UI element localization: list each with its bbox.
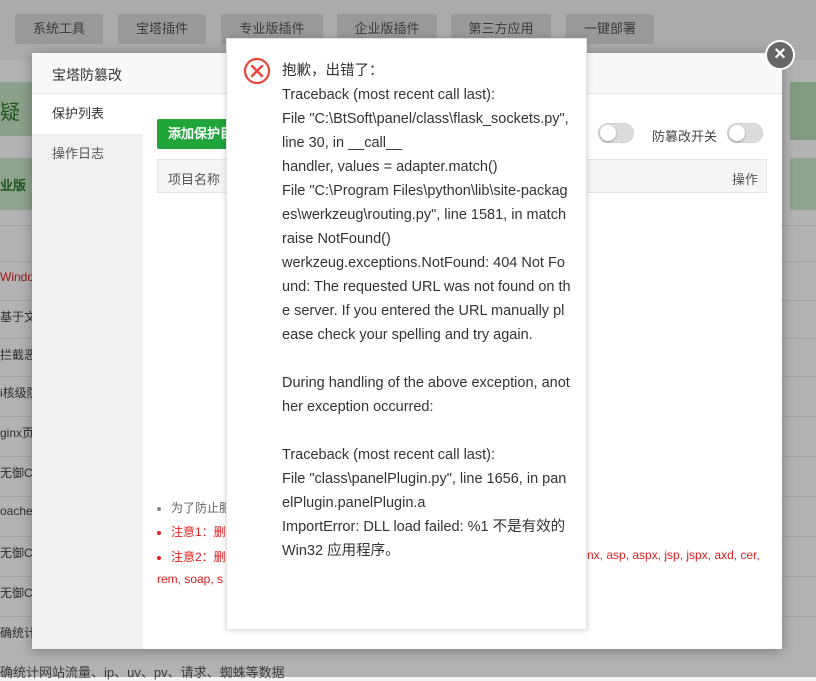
- note-item-tail: rem, soap, s: [157, 572, 224, 586]
- error-dialog: 抱歉，出错了： Traceback (most recent call last…: [226, 38, 587, 630]
- close-icon[interactable]: ×: [765, 40, 795, 70]
- modal-title: 宝塔防篡改: [52, 67, 122, 83]
- bullet-icon: [157, 530, 161, 535]
- note-item-tail: nx, asp, aspx, jsp, jspx, axd, cer,: [587, 548, 760, 562]
- tamper-switch-label: 防篡改开关: [652, 129, 718, 144]
- tamper-protection-toggle[interactable]: [727, 123, 763, 143]
- column-header-name: 项目名称: [168, 172, 221, 187]
- note-item: 为了防止肥: [157, 499, 231, 516]
- error-message: 抱歉，出错了： Traceback (most recent call last…: [282, 63, 571, 559]
- column-header-action: 操作: [731, 172, 758, 187]
- note-item: 注意2：删: [157, 548, 226, 565]
- modal-sidebar: 保护列表 操作日志: [32, 94, 143, 649]
- error-circle-x-icon: [243, 57, 271, 85]
- bullet-icon: [157, 555, 161, 560]
- note-item: 注意1：删: [157, 523, 226, 540]
- bullet-icon: [157, 506, 161, 511]
- toggle-switch[interactable]: [598, 123, 634, 143]
- sidebar-item-protection-list[interactable]: 保护列表: [32, 94, 143, 134]
- sidebar-item-operation-log[interactable]: 操作日志: [32, 134, 143, 174]
